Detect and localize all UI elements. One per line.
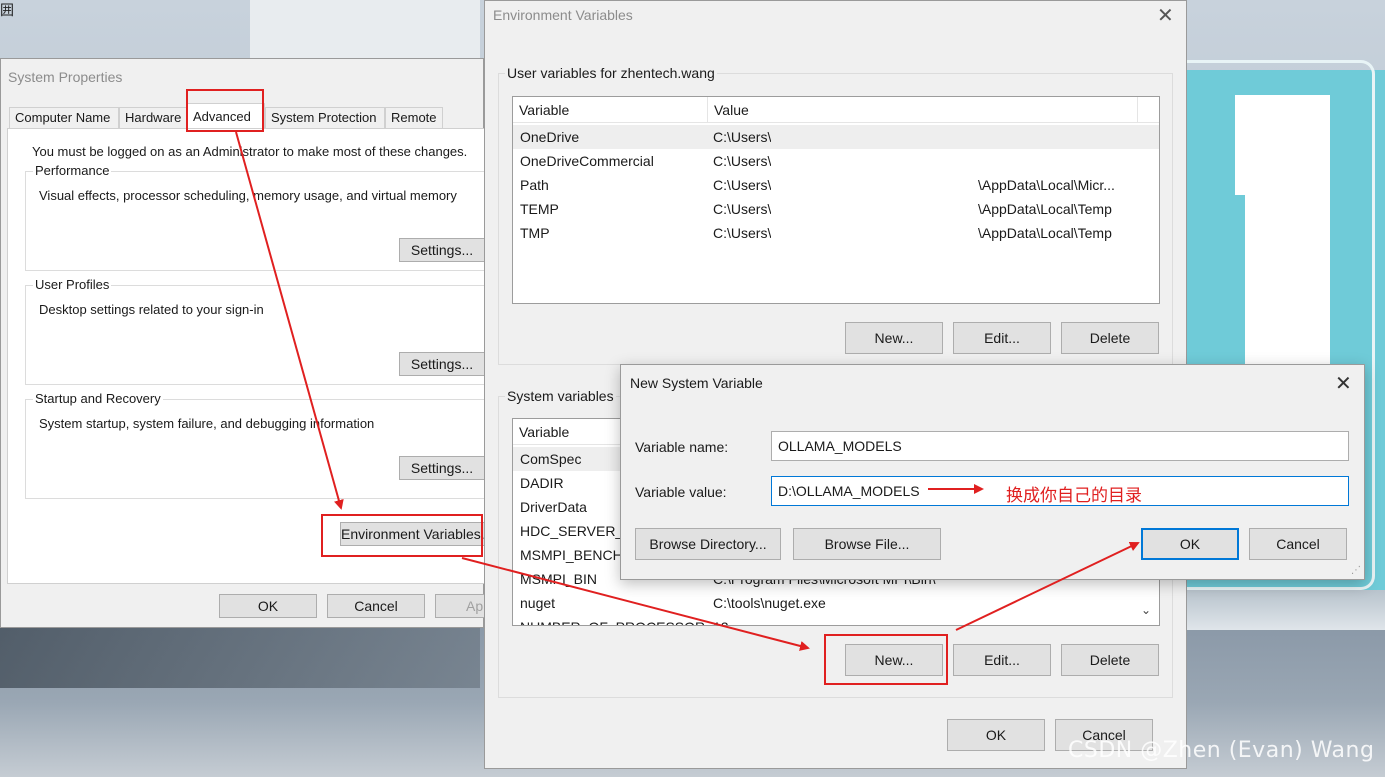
- user-profiles-settings-button[interactable]: Settings...: [399, 352, 485, 376]
- column-header-variable[interactable]: Variable: [513, 97, 708, 123]
- dialog-title: New System Variable: [630, 375, 763, 391]
- user-profiles-group: User Profiles Desktop settings related t…: [25, 277, 495, 385]
- list-item[interactable]: Path C:\Users\ \AppData\Local\Micr...: [513, 173, 1159, 197]
- list-header: Variable Value: [513, 97, 1159, 123]
- group-label: User Profiles: [33, 277, 112, 292]
- variable-name: TEMP: [520, 201, 559, 217]
- variable-value-tail: \AppData\Local\Micr...: [978, 177, 1115, 193]
- ok-button[interactable]: OK: [947, 719, 1045, 751]
- new-system-variable-dialog: New System Variable ✕ Variable name: OLL…: [620, 364, 1365, 580]
- system-variables-label: System variables: [505, 388, 616, 404]
- scroll-down-icon[interactable]: ⌄: [1141, 603, 1151, 617]
- variable-value: C:\Users\: [713, 129, 772, 145]
- background-keyboard: [0, 628, 480, 688]
- user-variables-label: User variables for zhentech.wang: [505, 65, 717, 81]
- list-item[interactable]: OneDriveCommercial C:\Users\: [513, 149, 1159, 173]
- resize-grip-icon[interactable]: ⋰: [1351, 565, 1361, 576]
- dialog-title: System Properties: [8, 69, 123, 85]
- variable-name: OneDriveCommercial: [520, 153, 654, 169]
- variable-value: C:\Users\: [713, 201, 772, 217]
- variable-name: ComSpec: [520, 451, 582, 467]
- list-item[interactable]: NUMBER_OF_PROCESSORS 12: [513, 615, 1159, 625]
- variable-name: DriverData: [520, 499, 587, 515]
- variable-value: 12: [713, 615, 729, 625]
- variable-name-label: Variable name:: [635, 439, 729, 455]
- variable-value-label: Variable value:: [635, 484, 727, 500]
- variable-value: C:\tools\nuget.exe: [713, 595, 826, 611]
- startup-recovery-group: Startup and Recovery System startup, sys…: [25, 391, 495, 499]
- variable-name: TMP: [520, 225, 550, 241]
- column-header-value[interactable]: Value: [708, 97, 1138, 123]
- close-icon[interactable]: ✕: [1157, 3, 1174, 28]
- performance-settings-button[interactable]: Settings...: [399, 238, 485, 262]
- admin-note: You must be logged on as an Administrato…: [32, 144, 468, 159]
- background-window: [250, 0, 480, 60]
- group-description: Visual effects, processor scheduling, me…: [39, 188, 457, 203]
- variable-name-field[interactable]: OLLAMA_MODELS: [771, 431, 1349, 461]
- tab-remote[interactable]: Remote: [385, 107, 443, 129]
- list-item[interactable]: TEMP C:\Users\ \AppData\Local\Temp: [513, 197, 1159, 221]
- variable-name: OneDrive: [520, 129, 580, 145]
- list-item[interactable]: TMP C:\Users\ \AppData\Local\Temp: [513, 221, 1159, 245]
- group-description: System startup, system failure, and debu…: [39, 416, 375, 431]
- variable-name: nuget: [520, 595, 556, 611]
- variable-name: DADIR: [520, 475, 564, 491]
- user-edit-button[interactable]: Edit...: [953, 322, 1051, 354]
- variable-value-tail: \AppData\Local\Temp: [978, 201, 1112, 217]
- variable-value: C:\Users\: [713, 177, 772, 193]
- background-laptop-base: [1185, 590, 1385, 630]
- highlight-system-new-button: [824, 634, 948, 685]
- system-edit-button[interactable]: Edit...: [953, 644, 1051, 676]
- watermark: CSDN @Zhen (Evan) Wang: [1068, 738, 1375, 763]
- system-delete-button[interactable]: Delete: [1061, 644, 1159, 676]
- user-delete-button[interactable]: Delete: [1061, 322, 1159, 354]
- variable-value-tail: \AppData\Local\Temp: [978, 225, 1112, 241]
- tab-hardware[interactable]: Hardware: [119, 107, 187, 129]
- tab-computer-name[interactable]: Computer Name: [9, 107, 119, 129]
- user-new-button[interactable]: New...: [845, 322, 943, 354]
- list-item[interactable]: nuget C:\tools\nuget.exe: [513, 591, 1159, 615]
- startup-recovery-settings-button[interactable]: Settings...: [399, 456, 485, 480]
- user-variables-list[interactable]: Variable Value OneDrive C:\Users\ OneDri…: [512, 96, 1160, 304]
- ok-button[interactable]: OK: [219, 594, 317, 618]
- corner-glyph: 囲: [0, 2, 14, 18]
- ok-button[interactable]: OK: [1141, 528, 1239, 560]
- variable-name: HDC_SERVER_P: [520, 523, 633, 539]
- annotation-note: 换成你自己的目录: [1006, 486, 1142, 505]
- variable-value: C:\Users\: [713, 153, 772, 169]
- variable-name: Path: [520, 177, 549, 193]
- variable-name: MSMPI_BIN: [520, 571, 598, 587]
- group-label: Performance: [33, 163, 112, 178]
- cancel-button[interactable]: Cancel: [327, 594, 425, 618]
- variable-value: C:\Users\: [713, 225, 772, 241]
- browse-directory-button[interactable]: Browse Directory...: [635, 528, 781, 560]
- group-description: Desktop settings related to your sign-in: [39, 302, 264, 317]
- group-label: Startup and Recovery: [33, 391, 163, 406]
- tab-system-protection[interactable]: System Protection: [265, 107, 385, 129]
- dialog-title: Environment Variables: [493, 7, 633, 23]
- highlight-environment-button: [321, 514, 483, 557]
- list-item[interactable]: OneDrive C:\Users\: [513, 125, 1159, 149]
- highlight-advanced-tab: [186, 89, 264, 132]
- close-icon[interactable]: ✕: [1335, 371, 1352, 396]
- variable-name: NUMBER_OF_PROCESSORS: [520, 615, 705, 625]
- cancel-button[interactable]: Cancel: [1249, 528, 1347, 560]
- variable-name: MSMPI_BENCH: [520, 547, 623, 563]
- browse-file-button[interactable]: Browse File...: [793, 528, 941, 560]
- performance-group: Performance Visual effects, processor sc…: [25, 163, 495, 271]
